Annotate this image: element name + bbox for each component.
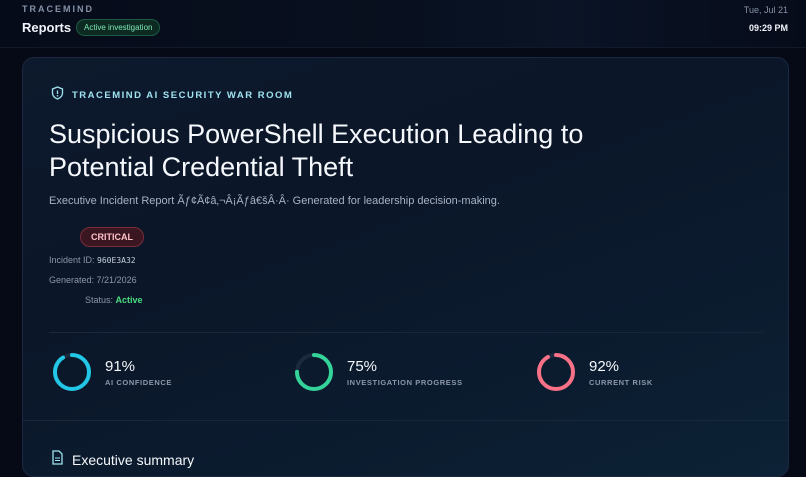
current-risk-ring [537,353,575,391]
investigation-progress-label: INVESTIGATION PROGRESS [347,377,463,387]
metric-ai-confidence: 91% AI CONFIDENCE [51,351,172,393]
summary-divider [23,420,788,421]
status-row: Status: Active [85,295,143,305]
investigation-status-badge: Active investigation [76,19,161,36]
investigation-progress-value: 75% [347,357,378,375]
top-bar: TRACEMIND Reports Active investigation T… [0,0,806,48]
generated-label: Generated: [49,275,95,285]
war-room-header: TRACEMIND AI SECURITY WAR ROOM [51,86,293,105]
ai-confidence-label: AI CONFIDENCE [105,377,172,387]
generated-value: 7/21/2026 [96,275,137,285]
page-section-title[interactable]: Reports [22,20,71,35]
investigation-progress-ring [295,353,333,391]
shield-icon [51,86,64,105]
ai-confidence-ring [53,353,91,391]
current-date: Tue, Jul 21 [743,5,788,15]
ai-confidence-value: 91% [105,357,136,375]
executive-summary-header: Executive summary [51,450,194,470]
current-time: 09:29 PM [748,23,788,33]
status-label: Status: [85,295,114,305]
document-icon [51,450,64,470]
metric-investigation-progress: 75% INVESTIGATION PROGRESS [293,351,463,393]
incident-id-value: 960E3A32 [97,256,136,265]
current-risk-label: CURRENT RISK [589,377,653,387]
severity-badge: CRITICAL [80,227,144,247]
incident-id-row: Incident ID: 960E3A32 [49,255,136,265]
incident-report-card: TRACEMIND AI SECURITY WAR ROOM Suspiciou… [22,57,789,477]
generated-row: Generated: 7/21/2026 [49,275,137,285]
section-divider [49,332,763,333]
war-room-label: TRACEMIND AI SECURITY WAR ROOM [72,90,294,101]
brand-name: TRACEMIND [22,4,94,14]
incident-id-label: Incident ID: [49,255,95,265]
metric-current-risk: 92% CURRENT RISK [535,351,653,393]
executive-summary-title: Executive summary [72,452,195,468]
status-value: Active [115,295,143,305]
current-risk-value: 92% [589,357,620,375]
incident-title: Suspicious PowerShell Execution Leading … [49,119,584,182]
report-subtitle: Executive Incident Report Ãƒ¢Ã¢â‚¬Â¡Ãƒâ€… [49,195,500,207]
